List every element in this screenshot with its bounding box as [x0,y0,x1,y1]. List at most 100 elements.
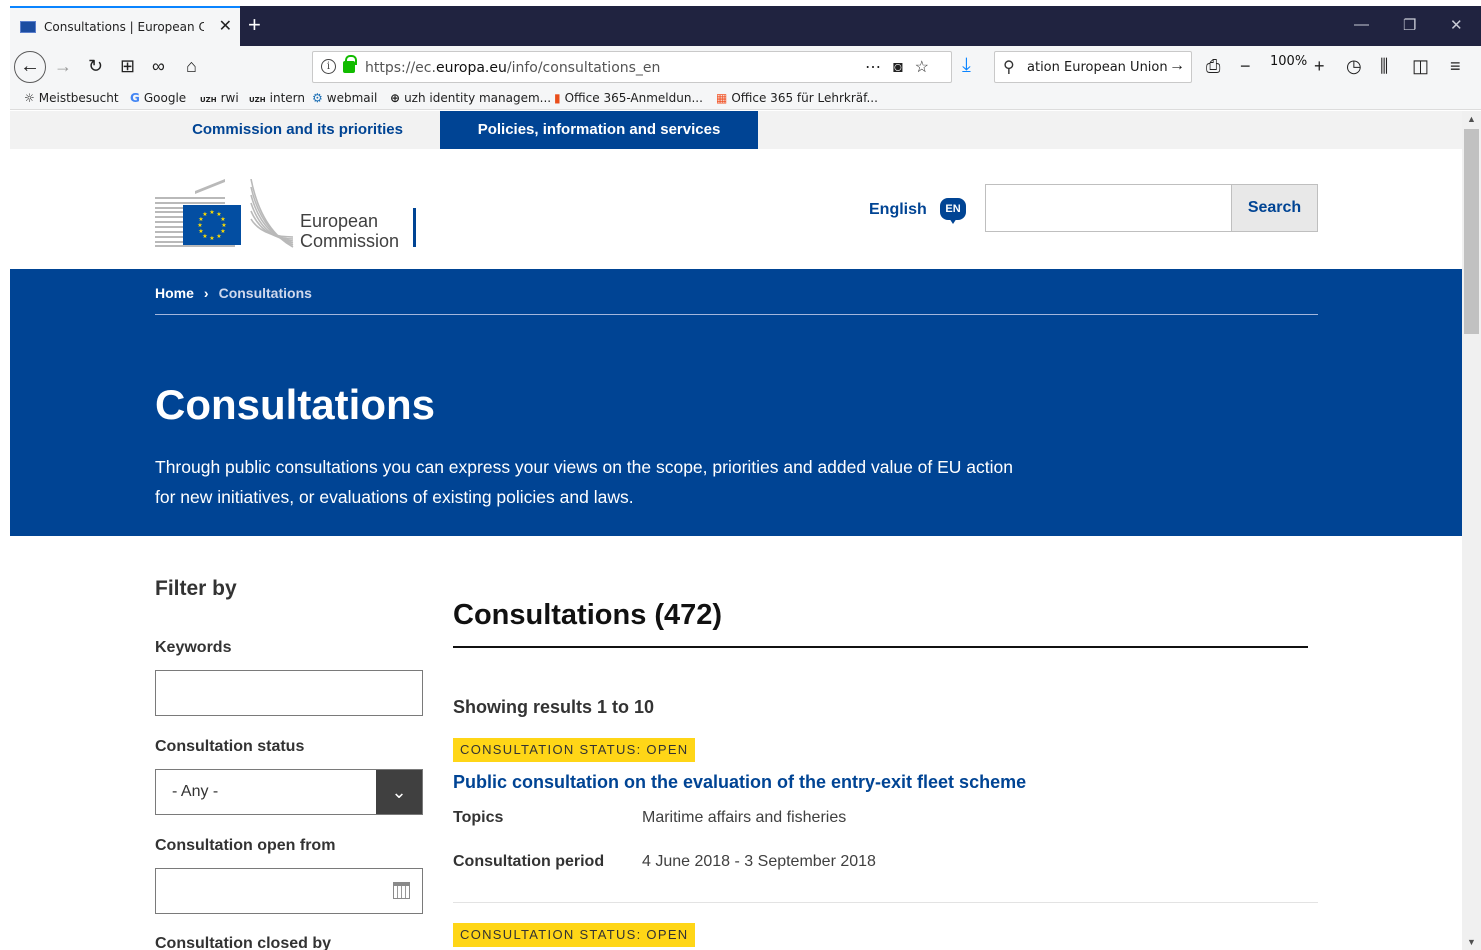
eu-flag-icon: ★ ★ ★ ★ ★ ★ ★ ★ ★ ★ ★ ★ [183,205,241,245]
results-count-text: Showing results 1 to 10 [453,697,655,717]
page-banner: Home › Consultations Consultations Through… [10,269,1462,536]
breadcrumb: Home › Consultations [155,285,312,301]
mask-icon[interactable]: ∞ [152,54,165,78]
svg-text:★: ★ [202,211,207,218]
nav-commission-priorities[interactable]: Commission and its priorities [155,111,440,149]
history-clock-icon[interactable]: ◷ [1346,55,1362,77]
open-from-date-input[interactable] [155,868,423,914]
gear-icon: ☼ [24,91,35,105]
print-icon[interactable]: ⎙ [1206,55,1220,77]
topics-value: Maritime affairs and fisheries [642,809,847,826]
period-label: Consultation period [453,853,605,870]
zoom-in-icon[interactable]: + [1314,55,1325,77]
chevron-down-icon[interactable]: ⌄ [376,770,422,814]
logo-divider [413,208,416,247]
logo-fan-icon [250,179,294,248]
browser-search-text: ation European Union [1027,60,1168,75]
forward-arrow-icon[interactable]: → [54,54,72,78]
uzh-icon: UZH [200,96,217,104]
browser-tab[interactable]: Consultations | European Comm ✕ [10,6,240,46]
results-divider [453,646,1308,648]
page-title: Consultations [155,381,435,428]
keywords-input[interactable] [155,670,423,716]
bookmark-intern[interactable]: UZH intern [249,91,305,105]
european-commission-logo[interactable]: ★ ★ ★ ★ ★ ★ ★ ★ ★ ★ ★ ★ European Commission [155,179,425,251]
more-actions-icon[interactable]: ⋯ [865,59,893,76]
topics-label: Topics [453,809,504,826]
close-window-icon[interactable]: ✕ [1450,16,1463,34]
page-viewport: Commission and its priorities Policies, … [10,111,1462,950]
page-description: Through public consultations you can exp… [155,457,1013,507]
open-from-label: Consultation open from [155,837,336,854]
site-top-navigation: Commission and its priorities Policies, … [10,111,1462,157]
calendar-icon[interactable] [393,882,410,899]
page-scrollbar[interactable]: ▲ ▼ [1462,111,1481,950]
period-value: 4 June 2018 - 3 September 2018 [642,853,876,870]
window-edge [0,0,10,950]
svg-text:★: ★ [198,228,203,235]
eu-flag-favicon-icon [20,21,36,33]
status-select-value: - Any - [172,783,219,800]
globe-icon: ⊕ [390,91,401,105]
new-tab-icon[interactable]: + [248,14,261,36]
breadcrumb-chevron-icon: › [203,285,209,301]
svg-text:★: ★ [197,222,202,229]
back-arrow-icon[interactable]: ← [14,51,46,83]
library-icon[interactable]: ⫼ [1380,55,1388,77]
bookmark-google[interactable]: G Google [130,91,186,105]
tab-title: Consultations | European Comm [44,20,204,34]
scroll-down-arrow-icon[interactable]: ▼ [1462,934,1481,950]
menu-hamburger-icon[interactable]: ≡ [1450,55,1461,77]
breadcrumb-home[interactable]: Home [155,285,194,301]
bookmark-webmail[interactable]: ⚙ webmail [312,91,377,105]
zoom-out-icon[interactable]: − [1240,55,1251,77]
sidebar-icon[interactable]: ◫ [1412,55,1429,77]
bookmark-meistbesucht[interactable]: ☼ Meistbesucht [24,91,119,105]
svg-text:★: ★ [209,209,214,216]
padlock-icon [343,55,357,73]
site-header: ★ ★ ★ ★ ★ ★ ★ ★ ★ ★ ★ ★ European Commission Engl… [10,149,1462,269]
svg-text:★: ★ [209,235,214,242]
search-go-arrow-icon[interactable]: → [1169,57,1185,75]
status-badge: CONSULTATION STATUS: OPEN [453,923,696,947]
status-select[interactable]: - Any - ⌄ [155,769,423,815]
restore-window-icon[interactable]: ❐ [1403,16,1416,34]
nav-policies-information-services[interactable]: Policies, information and services [440,111,758,157]
pocket-icon[interactable]: ◙ [893,59,915,76]
download-icon[interactable]: ⤓ [962,54,971,77]
url-text: https://ec.europa.eu/info/consultations_… [365,60,661,76]
status-badge: CONSULTATION STATUS: OPEN [453,738,696,762]
url-bar[interactable]: i https://ec.europa.eu/info/consultation… [312,51,952,83]
tab-bar: Consultations | European Comm ✕ + — ❐ ✕ [10,6,1481,46]
google-icon: G [130,91,140,105]
zoom-level[interactable]: 100% [1270,54,1307,69]
microsoft-icon: ▦ [716,91,728,105]
filter-heading: Filter by [155,577,237,600]
scrollbar-thumb[interactable] [1464,129,1479,334]
search-icon: ⚲ [1003,59,1015,76]
bookmark-star-icon[interactable]: ☆ [915,59,941,76]
new-container-tab-icon[interactable]: ⊞ [120,54,135,78]
bookmark-office365-teachers[interactable]: ▦ Office 365 für Lehrkräf... [716,91,878,105]
keywords-label: Keywords [155,639,232,656]
bookmark-office365-login[interactable]: ▮ Office 365-Anmeldun... [554,91,703,105]
closed-by-label: Consultation closed by [155,935,332,950]
uzh-icon: UZH [249,96,266,104]
site-search-button[interactable]: Search [1231,184,1318,232]
scroll-up-arrow-icon[interactable]: ▲ [1462,111,1481,127]
reload-icon[interactable]: ↻ [88,54,103,78]
bookmark-uzh-identity[interactable]: ⊕ uzh identity managem... [390,91,551,105]
home-icon[interactable]: ⌂ [186,54,197,78]
minimize-window-icon[interactable]: — [1354,16,1369,33]
bookmark-rwi[interactable]: UZH rwi [200,91,239,105]
language-code-badge[interactable]: EN [940,198,966,224]
browser-search-bar[interactable]: ⚲ ation European Union → [994,51,1192,83]
close-tab-icon[interactable]: ✕ [219,19,232,35]
browser-toolbar: ← → ↻ ⊞ ∞ ⌂ i https://ec.europa.eu/info/… [10,46,1481,88]
site-info-icon[interactable]: i [321,59,336,74]
result-title-link[interactable]: Public consultation on the evaluation of… [453,772,1026,793]
svg-text:★: ★ [216,233,221,240]
results-heading: Consultations (472) [453,599,723,631]
language-selector[interactable]: English [869,201,927,219]
site-search-input[interactable] [985,184,1231,232]
